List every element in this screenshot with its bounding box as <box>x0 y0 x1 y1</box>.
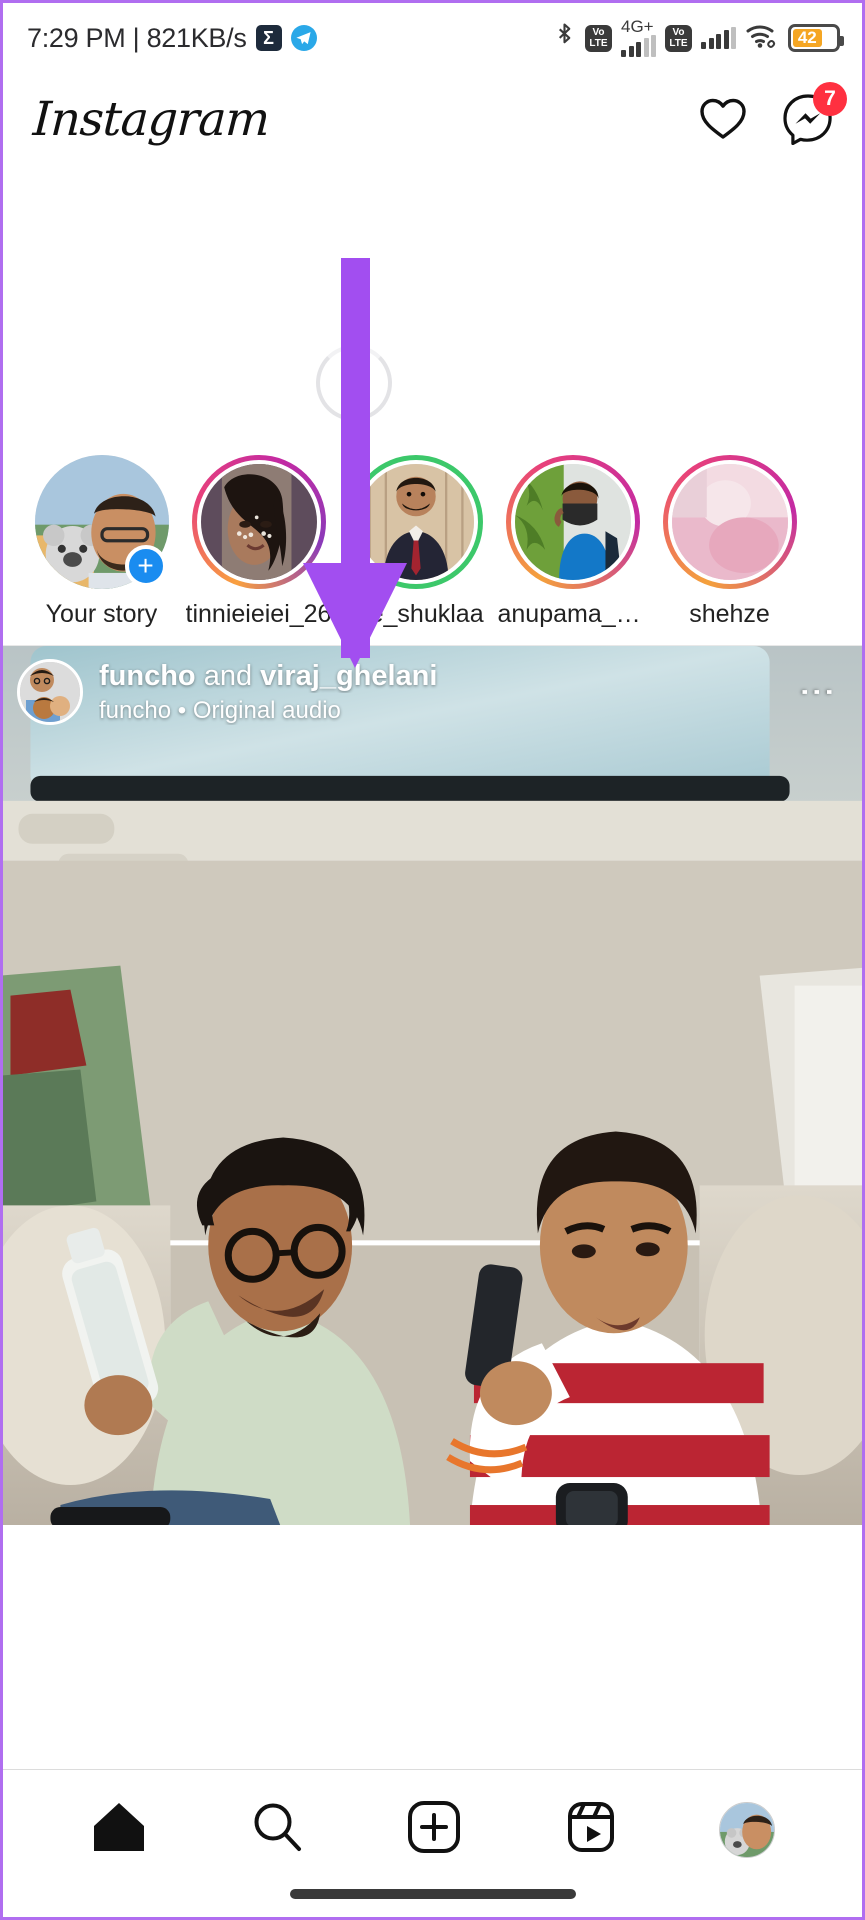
signal-bars-sim2 <box>701 27 736 49</box>
home-indicator <box>289 1889 576 1899</box>
story-label: dre_shuklaa <box>347 600 484 628</box>
signal-bars-sim1 <box>621 35 656 57</box>
post-author-text: funcho and viraj_ghelani funcho • Origin… <box>99 660 800 725</box>
post-sub-username[interactable]: funcho <box>99 697 171 724</box>
story-ring <box>348 455 483 589</box>
status-bar: 7:29 PM | 821KB/s Σ VoLTEVoLTE 4G+ VoLTE… <box>3 3 862 73</box>
story-label: shehze <box>689 600 770 628</box>
battery-indicator: 42 <box>788 24 844 52</box>
story-item-anupama-vi[interactable]: anupama_vi... <box>494 455 651 645</box>
post-audio-label[interactable]: Original audio <box>193 697 341 724</box>
post-media <box>3 646 862 1525</box>
add-story-button[interactable]: + <box>124 545 167 587</box>
feed-post[interactable]: funcho and viraj_ghelani funcho • Origin… <box>3 645 862 1525</box>
nav-create-icon[interactable] <box>406 1799 462 1860</box>
story-label: tinnieieiei_26 <box>185 600 332 628</box>
more-options-icon[interactable]: ⋮ <box>798 674 839 710</box>
volte-icon-sim1: VoLTEVoLTE <box>585 24 612 52</box>
nav-search-icon[interactable] <box>249 1799 305 1860</box>
heart-icon[interactable] <box>698 96 748 142</box>
post-header: funcho and viraj_ghelani funcho • Origin… <box>3 646 862 738</box>
post-author-username[interactable]: funcho <box>99 660 196 692</box>
nav-profile-avatar[interactable] <box>719 1801 776 1858</box>
network-type-indicator: 4G+ <box>621 18 656 57</box>
volte-icon-sim2: VoLTEVoLTE <box>665 24 692 52</box>
story-ring: + <box>34 455 169 589</box>
status-time-network: 7:29 PM | 821KB/s <box>27 22 247 53</box>
stories-tray[interactable]: + Your story tinnieieiei_26 dre_shuklaa … <box>3 455 862 645</box>
story-avatar <box>667 460 792 584</box>
story-item-shehze[interactable]: shehze <box>651 455 808 645</box>
phone-screen: 7:29 PM | 821KB/s Σ VoLTEVoLTE 4G+ VoLTE… <box>0 0 865 1920</box>
story-ring <box>505 455 640 589</box>
wifi-icon <box>745 22 779 55</box>
status-bar-left: 7:29 PM | 821KB/s Σ <box>27 23 317 54</box>
status-bar-right: VoLTEVoLTE 4G+ VoLTEVoLTE <box>553 18 844 57</box>
post-title: funcho and viraj_ghelani <box>99 660 800 693</box>
post-collab-username[interactable]: viraj_ghelani <box>260 660 437 692</box>
nav-row <box>3 1770 862 1889</box>
story-item-tinnieieiei-26[interactable]: tinnieieiei_26 <box>180 455 337 645</box>
story-label: Your story <box>45 600 158 628</box>
instagram-logo[interactable]: Instagram <box>32 92 271 147</box>
nav-reels-icon[interactable] <box>564 1799 618 1860</box>
post-author-avatar[interactable] <box>17 659 83 725</box>
nav-home-icon[interactable] <box>90 1800 148 1859</box>
story-ring <box>191 455 326 589</box>
post-sub-separator: • <box>177 696 187 724</box>
story-avatar <box>353 460 478 584</box>
story-item-dre-shuklaa[interactable]: dre_shuklaa <box>337 455 494 645</box>
messenger-icon[interactable]: 7 <box>782 82 847 145</box>
loading-spinner <box>316 345 392 421</box>
header-actions: 7 <box>698 82 847 145</box>
story-label: anupama_vi... <box>497 600 648 628</box>
story-item-your-story[interactable]: + Your story <box>23 455 180 645</box>
bluetooth-icon <box>553 21 576 56</box>
pull-to-refresh-area <box>3 165 862 455</box>
story-avatar <box>510 460 635 584</box>
story-avatar <box>196 460 321 584</box>
telegram-icon <box>290 25 317 51</box>
sigma-app-icon: Σ <box>255 25 282 51</box>
instagram-header: Instagram 7 <box>3 73 862 165</box>
battery-percent: 42 <box>793 28 822 47</box>
story-ring <box>662 455 797 589</box>
messenger-badge: 7 <box>813 82 847 116</box>
post-subtitle: funcho • Original audio <box>99 697 800 725</box>
post-title-conjunction: and <box>195 659 261 692</box>
bottom-navigation <box>3 1769 862 1917</box>
